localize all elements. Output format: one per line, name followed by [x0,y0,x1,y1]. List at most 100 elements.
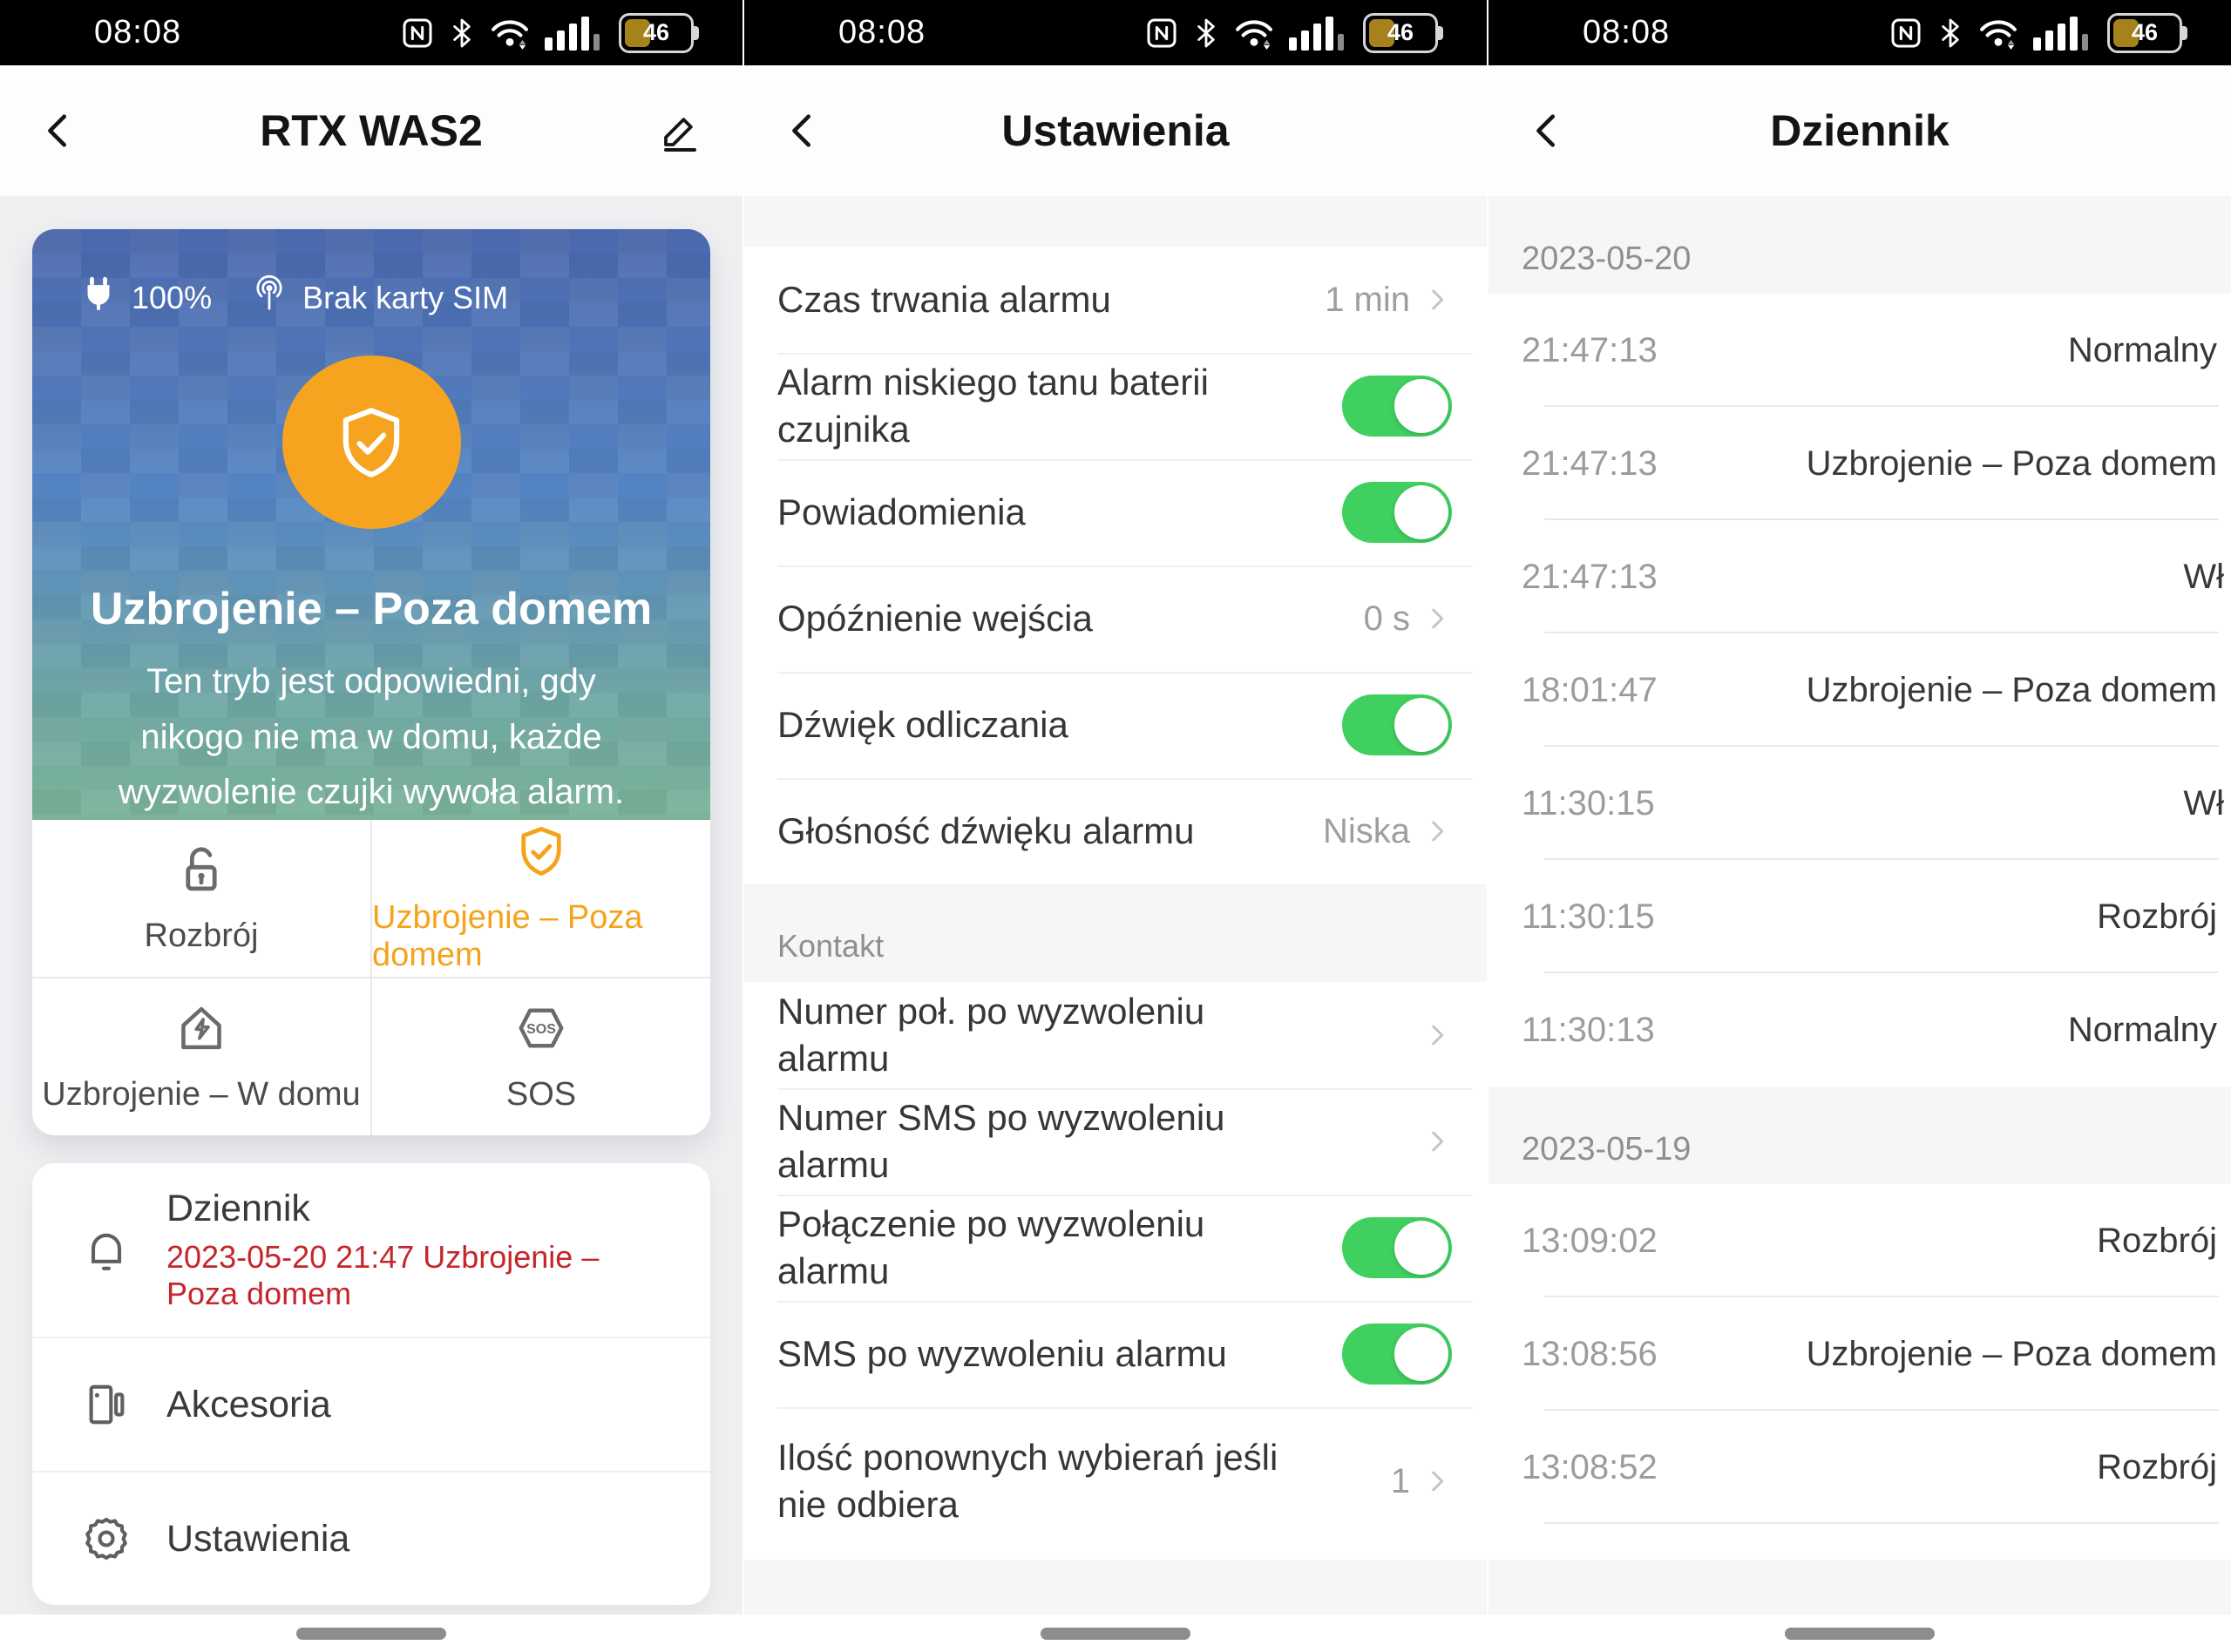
settings-row-call-number[interactable]: Numer poł. po wyzwoleniu alarmu [744,982,1487,1088]
wifi-icon [1977,15,2019,51]
log-entry-row[interactable]: 21:47:13 Uzbrojenie – Poza domem [1488,407,2231,520]
settings-row-sms-number[interactable]: Numer SMS po wyzwoleniu alarmu [744,1088,1487,1195]
settings-row-notifications[interactable]: Powiadomienia [744,459,1487,565]
log-entry-row[interactable]: 18:01:47 Uzbrojenie – Poza domem [1488,633,2231,747]
log-entry-row[interactable]: 21:47:13 Normalny [1488,294,2231,407]
screen-log: 08:08 46 Dziennik 2023-05-20 21:47:13 No… [1488,0,2231,1652]
home-indicator[interactable] [296,1628,446,1640]
back-button[interactable] [1527,111,1567,151]
settings-row-entry-delay[interactable]: Opóźnienie wejścia 0 s [744,565,1487,672]
mode-label: SOS [506,1076,576,1114]
row-value: 0 s [1364,599,1410,639]
svg-text:SOS: SOS [526,1022,556,1037]
battery-percent: 46 [621,16,691,51]
log-entry-row[interactable]: 13:08:56 Uzbrojenie – Poza domem [1488,1297,2231,1411]
armed-shield-badge [282,355,461,529]
mode-sos-button[interactable]: SOS SOS [372,978,710,1135]
log-list: 2023-05-20 21:47:13 Normalny 21:47:13 Uz… [1488,196,2231,1560]
menu-item-log[interactable]: Dziennik 2023-05-20 21:47 Uzbrojenie – P… [32,1163,710,1337]
gear-icon [81,1513,132,1564]
screen-settings: 08:08 46 Ustawienia Czas trwania alarmu … [744,0,1487,1652]
toggle-on[interactable] [1342,482,1452,543]
chevron-right-icon [1422,604,1452,633]
log-entry-row[interactable]: 11:30:15 Wł [1488,747,2231,860]
toggle-on[interactable] [1342,1324,1452,1385]
back-button[interactable] [38,111,78,151]
toggle-on[interactable] [1342,694,1452,755]
log-entry-row[interactable]: 11:30:15 Rozbrój [1488,860,2231,973]
home-indicator-area [744,1615,1487,1652]
mode-label: Rozbrój [145,917,259,955]
log-entry-row[interactable]: 13:08:52 Rozbrój [1488,1411,2231,1524]
sos-hexagon-icon: SOS [513,1000,569,1060]
status-bar: 08:08 46 [1488,0,2231,65]
menu-label: Akcesoria [166,1384,331,1426]
edit-icon[interactable] [659,110,701,152]
settings-header: Ustawienia [744,65,1487,196]
log-entry-row[interactable]: 21:47:13 Wł [1488,520,2231,633]
signal-bars-icon [1289,16,1344,51]
mode-arm-home-button[interactable]: Uzbrojenie – W domu [32,978,370,1135]
signal-bars-icon [545,16,600,51]
log-entry-row[interactable]: 11:30:13 Normalny [1488,973,2231,1087]
battery-icon: 46 [2107,13,2182,53]
sim-status-label: Brak karty SIM [302,280,508,316]
device-content: 100% Brak karty SIM Uzbrojenie – Poza do… [0,196,743,1615]
bluetooth-icon [1193,16,1219,51]
battery-icon: 46 [619,13,694,53]
menu-label: Dziennik [166,1188,675,1230]
log-entry-row[interactable]: 13:09:02 Rozbrój [1488,1184,2231,1297]
bluetooth-icon [449,16,475,51]
settings-row-alarm-volume[interactable]: Głośność dźwięku alarmu Niska [744,778,1487,884]
wifi-icon [489,15,531,51]
device-battery-label: 100% [132,280,212,316]
status-bar: 08:08 46 [0,0,743,65]
battery-percent: 46 [2110,16,2180,51]
status-time: 08:08 [838,14,926,51]
page-title: RTX WAS2 [260,105,483,156]
mode-arm-away-button[interactable]: Uzbrojenie – Poza domem [372,820,710,977]
menu-item-settings[interactable]: Ustawienia [32,1471,710,1605]
home-indicator-area [1488,1615,2231,1652]
toggle-on[interactable] [1342,1217,1452,1278]
row-value: 1 [1391,1462,1410,1501]
settings-row-countdown-sound[interactable]: Dźwięk odliczania [744,672,1487,778]
status-time: 08:08 [94,14,181,51]
home-indicator[interactable] [1041,1628,1190,1640]
mode-description: Ten tryb jest odpowiedni, gdy nikogo nie… [110,654,633,820]
shield-check-icon [331,403,411,483]
settings-row-alarm-duration[interactable]: Czas trwania alarmu 1 min [744,247,1487,353]
signal-bars-icon [2033,16,2088,51]
mode-disarm-button[interactable]: Rozbrój [32,820,370,977]
settings-row-low-battery-alarm[interactable]: Alarm niskiego tanu baterii czujnika [744,353,1487,459]
page-title: Dziennik [1770,105,1950,156]
chevron-right-icon [1422,1466,1452,1496]
mode-hero: 100% Brak karty SIM Uzbrojenie – Poza do… [32,229,710,820]
page-title: Ustawienia [1001,105,1229,156]
toggle-on[interactable] [1342,376,1452,437]
home-indicator[interactable] [1785,1628,1935,1640]
last-event-text: 2023-05-20 21:47 Uzbrojenie – Poza domem [166,1239,675,1312]
chevron-right-icon [1422,816,1452,846]
battery-percent: 46 [1366,16,1435,51]
settings-row-sms-on-alarm[interactable]: SMS po wyzwoleniu alarmu [744,1301,1487,1407]
nfc-icon [1889,16,1923,51]
settings-list: Czas trwania alarmu 1 min Alarm niskiego… [744,196,1487,1560]
bluetooth-icon [1937,16,1963,51]
battery-icon: 46 [1363,13,1438,53]
row-value: Niska [1323,812,1410,851]
nfc-icon [1144,16,1179,51]
chevron-right-icon [1422,285,1452,315]
chevron-right-icon [1422,1127,1452,1156]
back-button[interactable] [783,111,823,151]
bottom-strip [1488,1560,2231,1615]
device-menu-card: Dziennik 2023-05-20 21:47 Uzbrojenie – P… [32,1163,710,1605]
status-time: 08:08 [1583,14,1670,51]
header-divider-band [744,196,1487,247]
open-padlock-icon [173,842,229,902]
menu-item-accessories[interactable]: Akcesoria [32,1337,710,1471]
settings-row-redial-count[interactable]: Ilość ponownych wybierań jeśli nie odbie… [744,1407,1487,1555]
chevron-right-icon [1422,1020,1452,1050]
shield-check-icon [513,823,569,884]
settings-row-call-on-alarm[interactable]: Połączenie po wyzwoleniu alarmu [744,1195,1487,1301]
